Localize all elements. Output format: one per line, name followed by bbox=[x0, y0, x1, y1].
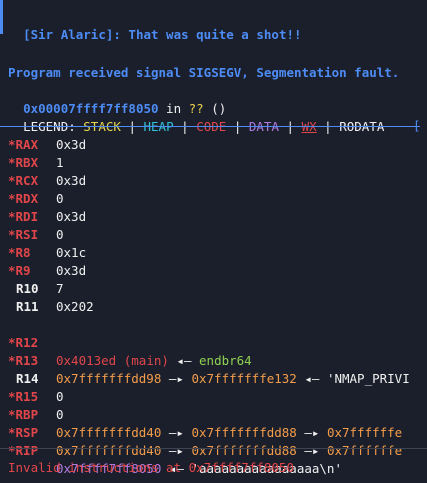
register-name: *RDX bbox=[8, 191, 39, 206]
rbp-addr2: 0x7fffffffdd88 bbox=[191, 425, 297, 440]
register-value: 0 bbox=[56, 191, 64, 206]
register-name: *RSI bbox=[8, 227, 39, 242]
register-name: R14 bbox=[16, 371, 39, 386]
register-value: 0x7fffffffdd98 —▸ 0x7fffffffe132 ◂— 'NMA… bbox=[56, 370, 410, 388]
register-name: *RCX bbox=[8, 173, 39, 188]
register-value: 0x4013ed (main) ◂— endbr64 bbox=[56, 352, 252, 370]
r13-arrow2: ◂— bbox=[296, 371, 327, 386]
register-r15: *R15 0 bbox=[0, 370, 64, 422]
register-value: 0x7fffffffdd40 —▸ 0x7fffffffdd88 —▸ 0x7f… bbox=[56, 442, 402, 460]
rsp-addr1: 0x7fffffffdd40 bbox=[56, 443, 162, 458]
rsp-addr2: 0x7fffffffdd88 bbox=[191, 443, 297, 458]
register-value: 0x202 bbox=[56, 299, 94, 314]
chat-speaker: [Sir Alaric] bbox=[23, 27, 114, 42]
register-value: 0x7fffffffdd40 —▸ 0x7fffffffdd88 —▸ 0x7f… bbox=[56, 424, 402, 442]
top-accent-bar bbox=[0, 0, 3, 34]
rsp-addr3: 0x7ffffffe bbox=[326, 443, 403, 458]
signal-message: Program received signal SIGSEGV, Segment… bbox=[8, 65, 400, 80]
r13-arrow1: —▸ bbox=[161, 371, 192, 386]
r13-addr1: 0x7fffffffdd98 bbox=[56, 371, 162, 386]
register-name: *R9 bbox=[8, 263, 31, 278]
register-name: R10 bbox=[16, 281, 39, 296]
register-value: 0x1c bbox=[56, 245, 87, 260]
register-value: 7 bbox=[56, 281, 64, 296]
rbp-arrow2: —▸ bbox=[296, 425, 327, 440]
register-r14: R14 0 bbox=[0, 352, 64, 404]
output-divider bbox=[0, 448, 427, 449]
register-value: 0 bbox=[56, 227, 64, 242]
register-value: 0x3d bbox=[56, 173, 87, 188]
chat-line: [Sir Alaric]: That was quite a shot!! bbox=[8, 8, 301, 42]
r12-insn: endbr64 bbox=[199, 353, 252, 368]
register-value: 0x3d bbox=[56, 263, 87, 278]
r12-arrow: ◂— bbox=[168, 353, 200, 368]
rbp-addr3: 0x7ffffffe bbox=[326, 425, 403, 440]
r12-addr: 0x4013ed bbox=[56, 353, 117, 368]
chat-message: : That was quite a shot!! bbox=[113, 27, 302, 42]
register-value: 0x3d bbox=[56, 209, 87, 224]
register-name: *RBX bbox=[8, 155, 39, 170]
register-value: 0 bbox=[56, 389, 64, 404]
register-name: *R8 bbox=[8, 245, 31, 260]
rbp-addr1: 0x7fffffffdd40 bbox=[56, 425, 162, 440]
register-rip: *RIP 0x7ffff7ff8050 ◂— 'aaaaaaaaaaaaaaaa… bbox=[0, 424, 342, 476]
register-name: *RIP bbox=[8, 443, 39, 458]
register-rbp: *RBP 0x7fffffffdd40 —▸ 0x7fffffffdd88 —▸… bbox=[0, 388, 402, 440]
register-value: 0 bbox=[56, 407, 64, 422]
r13-string: 'NMAP_PRIVI bbox=[326, 371, 410, 386]
section-separator-bracket: [ bbox=[413, 118, 421, 133]
section-separator bbox=[0, 126, 420, 127]
signal-location: 0x00007ffff7ff8050 in ?? () bbox=[8, 82, 226, 116]
register-name: R11 bbox=[16, 299, 39, 314]
invalid-instructions-message: Invalid instructions at 0x7ffff7ff8050 bbox=[8, 460, 294, 475]
r12-sym: (main) bbox=[116, 353, 169, 368]
legend: LEGEND: STACK | HEAP | CODE | DATA | WX … bbox=[8, 100, 384, 134]
register-name: *RDI bbox=[8, 209, 39, 224]
register-name: *RAX bbox=[8, 137, 39, 152]
register-rsp: *RSP 0x7fffffffdd40 —▸ 0x7fffffffdd88 —▸… bbox=[0, 406, 402, 458]
register-value: 1 bbox=[56, 155, 64, 170]
rsp-arrow1: —▸ bbox=[161, 443, 192, 458]
register-r12: *R12 0x4013ed (main) ◂— endbr64 bbox=[0, 316, 252, 368]
rbp-arrow1: —▸ bbox=[161, 425, 192, 440]
register-value: 0x3d bbox=[56, 137, 87, 152]
rsp-arrow2: —▸ bbox=[296, 443, 327, 458]
r13-addr2: 0x7fffffffe132 bbox=[191, 371, 297, 386]
register-r13: *R13 0x7fffffffdd98 —▸ 0x7fffffffe132 ◂—… bbox=[0, 334, 410, 386]
